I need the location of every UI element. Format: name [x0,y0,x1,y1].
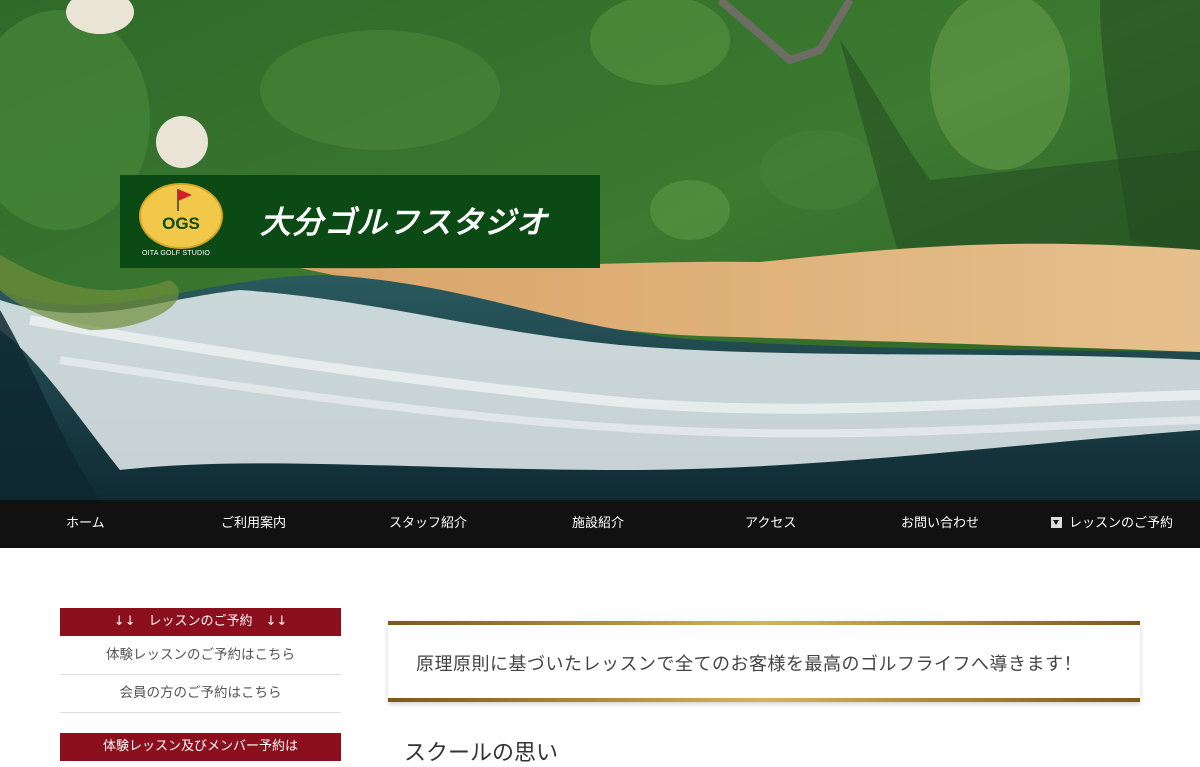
sidebar-link-member-booking[interactable]: 会員の方のご予約はこちら [60,675,341,713]
tagline-text: 原理原則に基づいたレッスンで全てのお客様を最高のゴルフライフへ導きます！ [416,654,1082,675]
site-logo[interactable]: OGS OITA GOLF STUDIO 大分ゴルフスタジオ [120,175,600,268]
gold-divider-bottom [388,698,1140,702]
site-title: 大分ゴルフスタジオ [260,205,548,241]
gold-divider-top [388,621,1140,625]
tagline-banner: 原理原則に基づいたレッスンで全てのお客様を最高のゴルフライフへ導きます！ [388,621,1140,702]
caret-down-icon [1051,517,1062,528]
nav-item-lesson-booking[interactable]: レッスンのご予約 [1051,500,1173,548]
nav-item-access[interactable]: アクセス [745,500,796,548]
sidebar-link-trial-booking[interactable]: 体験レッスンのご予約はこちら [60,637,341,675]
golf-flag-badge-icon: OGS [139,183,223,249]
main-navigation: ホーム ご利用案内 スタッフ紹介 施設紹介 アクセス お問い合わせ レッスンのご… [0,500,1200,548]
sidebar-heading-booking: ↓↓ レッスンのご予約 ↓↓ [60,608,341,636]
section-title-school-philosophy: スクールの思い [404,741,559,766]
nav-item-contact[interactable]: お問い合わせ [901,500,979,548]
nav-item-staff[interactable]: スタッフ紹介 [389,500,467,548]
logo-subtitle: OITA GOLF STUDIO [142,250,211,257]
hero-banner: OGS OITA GOLF STUDIO 大分ゴルフスタジオ [0,0,1200,500]
sidebar-heading-trial-member: 体験レッスン及びメンバー予約は [60,733,341,761]
nav-item-guide[interactable]: ご利用案内 [221,500,286,548]
svg-text:OGS: OGS [162,214,200,233]
nav-item-lesson-booking-label: レッスンのご予約 [1069,516,1174,531]
nav-item-home[interactable]: ホーム [66,500,105,548]
nav-item-facilities[interactable]: 施設紹介 [572,500,624,548]
